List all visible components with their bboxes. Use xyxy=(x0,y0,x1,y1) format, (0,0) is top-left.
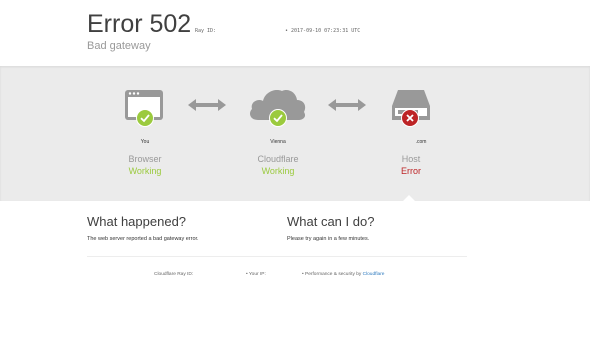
ray-id-label: Ray ID: xyxy=(195,28,217,34)
what-can-i-do-heading: What can I do? xyxy=(287,214,375,229)
cloudflare-status: Working xyxy=(261,166,295,176)
browser-location: You xyxy=(140,139,150,145)
footer-ray-id: Cloudflare Ray ID: xyxy=(154,272,194,277)
host-location: .com xyxy=(415,139,427,145)
cloudflare-link[interactable]: Cloudflare xyxy=(363,272,385,277)
footer-divider xyxy=(87,256,467,257)
check-icon xyxy=(136,109,154,127)
error-subtitle: Bad gateway xyxy=(87,40,151,52)
check-icon xyxy=(269,109,287,127)
double-arrow-icon xyxy=(188,99,226,111)
active-node-pointer xyxy=(402,195,416,202)
footer-your-ip: • Your IP: xyxy=(246,272,266,277)
timestamp: • 2017-09-10 07:23:31 UTC xyxy=(285,28,361,34)
double-arrow-icon xyxy=(328,99,366,111)
what-happened-text: The web server reported a bad gateway er… xyxy=(87,236,199,242)
browser-name: Browser xyxy=(128,154,162,164)
status-band: You Browser Working Vienna Cloudflare Wo… xyxy=(0,66,590,201)
footer-performance-text: • Performance & security by xyxy=(302,272,362,277)
x-icon xyxy=(401,109,419,127)
footer-performance: • Performance & security by Cloudflare xyxy=(302,272,384,277)
host-name: Host xyxy=(401,154,421,164)
what-can-i-do-text: Please try again in a few minutes. xyxy=(287,236,370,242)
cloudflare-location: Vienna xyxy=(270,139,286,145)
what-happened-heading: What happened? xyxy=(87,214,187,229)
browser-status: Working xyxy=(128,166,162,176)
cloudflare-name: Cloudflare xyxy=(257,154,299,164)
error-title: Error 502 xyxy=(87,10,192,38)
host-status: Error xyxy=(401,166,421,176)
